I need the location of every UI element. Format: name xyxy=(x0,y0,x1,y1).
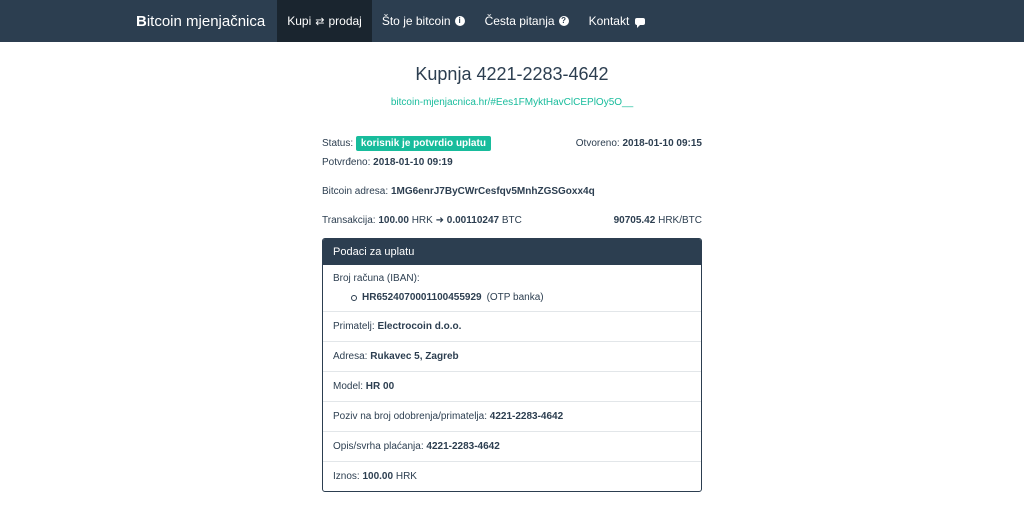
brand-text: itcoin mjenjačnica xyxy=(146,12,266,30)
transaction-btc-unit: BTC xyxy=(501,215,522,226)
confirmed-value: 2018-01-10 09:19 xyxy=(373,157,453,168)
bitcoin-address-row: Bitcoin adresa: 1MG6enrJ7ByCWrCesfqv5Mnh… xyxy=(322,186,702,197)
status-group: Status: korisnik je potvrdio uplatu xyxy=(322,136,491,151)
question-circle-icon: ? xyxy=(558,16,569,26)
iban-value: HR6524070001100455929 xyxy=(362,292,482,303)
navbar: Bitcoin mjenjačnica Kupi ⇄ prodaj Što je… xyxy=(0,0,1024,42)
recipient-value: Electrocoin d.o.o. xyxy=(377,321,462,332)
brand-link[interactable]: Bitcoin mjenjačnica xyxy=(124,0,277,42)
amount-label: Iznos: xyxy=(333,471,360,482)
rate-group: 90705.42 HRK/BTC xyxy=(614,215,702,226)
recipient-row: Primatelj: Electrocoin d.o.o. xyxy=(323,311,701,341)
nav-label-kontakt: Kontakt xyxy=(588,14,630,28)
amount-row: Iznos: 100.00 HRK xyxy=(323,461,701,491)
bullet-icon xyxy=(351,294,357,301)
iban-block: Broj računa (IBAN): HR652407000110045592… xyxy=(323,265,701,311)
transaction-label: Transakcija: xyxy=(322,215,376,226)
nav-label-prodaj: prodaj xyxy=(328,14,362,28)
iban-bank: (OTP banka) xyxy=(486,292,544,303)
amount-value: 100.00 xyxy=(362,471,394,482)
nav-label-cesta-pitanja: Česta pitanja xyxy=(484,14,555,28)
opened-value: 2018-01-10 09:15 xyxy=(622,138,702,149)
description-label: Opis/svrha plaćanja: xyxy=(333,441,424,452)
transaction-btc: 0.00110247 xyxy=(446,215,500,226)
address-row: Adresa: Rukavec 5, Zagreb xyxy=(323,341,701,371)
order-link[interactable]: bitcoin-mjenjacnica.hr/#Ees1FMyktHavClCE… xyxy=(322,97,702,108)
page-title: Kupnja 4221-2283-4642 xyxy=(415,64,609,84)
recipient-label: Primatelj: xyxy=(333,321,375,332)
arrow-right-icon: ➜ xyxy=(435,215,444,226)
nav-label-kupi: Kupi xyxy=(287,14,312,28)
payment-details-panel: Podaci za uplatu Broj računa (IBAN): HR6… xyxy=(322,238,702,492)
transaction-group: Transakcija: 100.00 HRK ➜ 0.00110247 BTC xyxy=(322,215,522,226)
confirmed-row: Potvrđeno: 2018-01-10 09:19 xyxy=(322,157,702,168)
status-label: Status: xyxy=(322,138,354,149)
rate-value: 90705.42 xyxy=(613,215,656,226)
description-row: Opis/svrha plaćanja: 4221-2283-4642 xyxy=(323,431,701,461)
nav-item-cesta-pitanja[interactable]: Česta pitanja ? xyxy=(475,0,579,42)
description-value: 4221-2283-4642 xyxy=(426,441,500,452)
status-badge: korisnik je potvrdio uplatu xyxy=(355,136,491,151)
transaction-amount: 100.00 xyxy=(378,215,409,226)
transaction-currency: HRK xyxy=(411,215,433,226)
iban-list-item: HR6524070001100455929 (OTP banka) xyxy=(333,292,691,303)
confirmed-label: Potvrđeno: xyxy=(322,157,371,168)
model-row: Model: HR 00 xyxy=(323,371,701,401)
panel-heading: Podaci za uplatu xyxy=(323,239,701,265)
main-content: Kupnja 4221-2283-4642 bitcoin-mjenjacnic… xyxy=(322,42,702,492)
model-value: HR 00 xyxy=(365,381,395,392)
bitcoin-logo-icon: B xyxy=(136,12,147,30)
nav-label-sto-je-bitcoin: Što je bitcoin xyxy=(381,14,451,28)
opened-group: Otvoreno: 2018-01-10 09:15 xyxy=(576,138,702,149)
rate-unit: HRK/BTC xyxy=(658,215,702,226)
info-circle-icon: i xyxy=(454,16,465,26)
amount-currency: HRK xyxy=(395,471,417,482)
nav-item-kupi-prodaj[interactable]: Kupi ⇄ prodaj xyxy=(277,0,372,42)
reference-label: Poziv na broj odobrenja/primatelja: xyxy=(333,411,487,422)
status-row: Status: korisnik je potvrdio uplatu Otvo… xyxy=(322,136,702,151)
model-label: Model: xyxy=(333,381,364,392)
comment-icon xyxy=(635,17,646,28)
nav-item-sto-je-bitcoin[interactable]: Što je bitcoin i xyxy=(372,0,475,42)
reference-value: 4221-2283-4642 xyxy=(489,411,564,422)
bitcoin-address-label: Bitcoin adresa: xyxy=(322,186,389,197)
address-value: Rukavec 5, Zagreb xyxy=(370,351,459,362)
exchange-icon: ⇄ xyxy=(315,15,325,28)
bitcoin-address-value: 1MG6enrJ7ByCWrCesfqv5MnhZGSGoxx4q xyxy=(390,186,595,197)
nav-item-kontakt[interactable]: Kontakt xyxy=(579,0,656,42)
iban-label: Broj računa (IBAN): xyxy=(333,273,420,284)
transaction-row: Transakcija: 100.00 HRK ➜ 0.00110247 BTC… xyxy=(322,215,702,226)
address-label: Adresa: xyxy=(333,351,368,362)
opened-label: Otvoreno: xyxy=(575,138,620,149)
reference-row: Poziv na broj odobrenja/primatelja: 4221… xyxy=(323,401,701,431)
